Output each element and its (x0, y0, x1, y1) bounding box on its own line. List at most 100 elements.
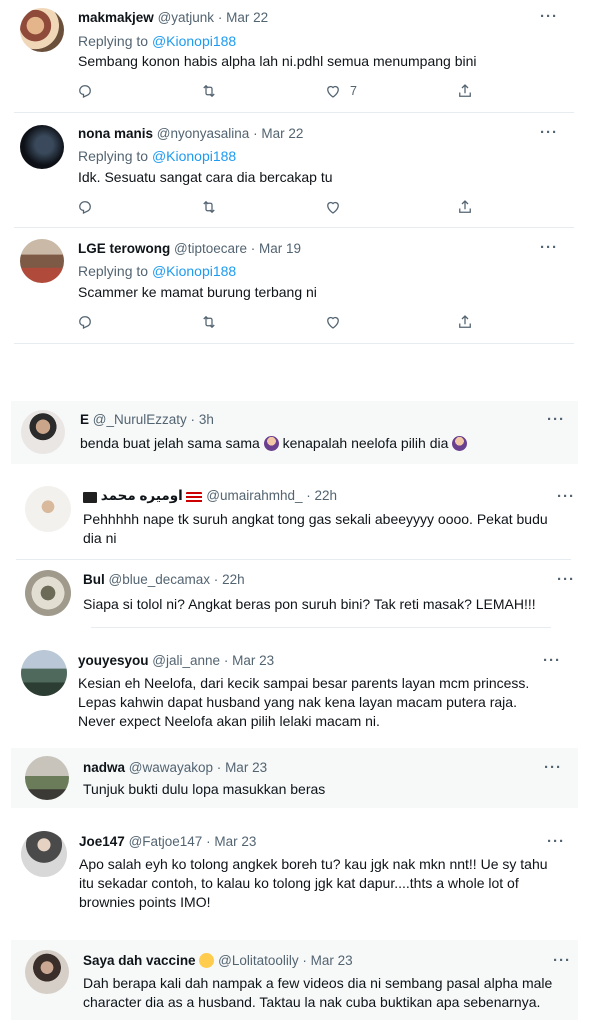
reply-1[interactable]: E @_NurulEzzaty · 3h ··· benda buat jela… (11, 401, 578, 464)
action-bar: 7 (76, 82, 496, 102)
more-options-icon[interactable]: ··· (547, 833, 565, 850)
avatar[interactable] (20, 125, 64, 169)
display-name[interactable]: LGE terowong (78, 241, 170, 256)
tweet-header: E @_NurulEzzaty · 3h (80, 412, 214, 427)
timestamp[interactable]: Mar 22 (226, 10, 268, 25)
more-options-icon[interactable]: ··· (544, 759, 562, 776)
display-name[interactable]: nadwa (83, 760, 125, 775)
timestamp[interactable]: Mar 23 (311, 953, 353, 968)
avatar[interactable] (20, 8, 64, 52)
more-options-icon[interactable]: ··· (540, 8, 558, 25)
tweet-3[interactable]: LGE terowong @tiptoecare · Mar 19 ··· Re… (14, 228, 574, 344)
replying-label: Replying to (78, 148, 149, 164)
more-options-icon[interactable]: ··· (553, 952, 571, 969)
like-button[interactable] (324, 198, 342, 216)
timestamp[interactable]: 22h (315, 488, 338, 503)
replying-to: Replying to @Kionopi188 (78, 33, 236, 49)
reply-button[interactable] (76, 198, 94, 216)
tweet-2[interactable]: nona manis @nyonyasalina · Mar 22 ··· Re… (14, 113, 574, 228)
tweet-header: makmakjew @yatjunk · Mar 22 (78, 10, 269, 25)
tweet-1[interactable]: makmakjew @yatjunk · Mar 22 ··· Replying… (14, 0, 574, 113)
retweet-button[interactable] (200, 313, 218, 331)
tweet-header: nadwa @wawayakop · Mar 23 (83, 760, 268, 775)
display-name[interactable]: makmakjew (78, 10, 154, 25)
mention-link[interactable]: @Kionopi188 (152, 33, 236, 49)
mention-link[interactable]: @Kionopi188 (152, 148, 236, 164)
retweet-button[interactable] (200, 198, 218, 216)
display-name[interactable]: Bul (83, 572, 105, 587)
more-options-icon[interactable]: ··· (540, 239, 558, 256)
more-options-icon[interactable]: ··· (543, 652, 561, 669)
handle[interactable]: @blue_decamax (109, 572, 211, 587)
like-icon (327, 316, 339, 329)
timestamp[interactable]: Mar 23 (232, 653, 274, 668)
reply-button[interactable] (76, 82, 94, 100)
tweet-text: Scammer ke mamat burung terbang ni (78, 284, 317, 300)
avatar[interactable] (25, 756, 69, 800)
tweet-header: nona manis @nyonyasalina · Mar 22 (78, 126, 304, 141)
share-icon (459, 84, 471, 97)
handle[interactable]: @nyonyasalina (157, 126, 250, 141)
handle[interactable]: @wawayakop (129, 760, 213, 775)
avatar[interactable] (25, 570, 71, 616)
share-button[interactable] (456, 313, 474, 331)
more-options-icon[interactable]: ··· (557, 571, 575, 588)
like-icon (327, 201, 339, 214)
emoji-icon (263, 436, 279, 451)
handle[interactable]: @tiptoecare (174, 241, 247, 256)
tweet-text: Sembang konon habis alpha lah ni.pdhl se… (78, 53, 477, 69)
grinning-face-emoji-icon (199, 953, 215, 968)
timestamp[interactable]: 22h (222, 572, 245, 587)
display-name[interactable]: Saya dah vaccine (83, 953, 196, 968)
like-button[interactable] (324, 313, 342, 331)
share-button[interactable] (456, 198, 474, 216)
reply-button[interactable] (76, 313, 94, 331)
handle[interactable]: @_NurulEzzaty (93, 412, 187, 427)
replying-label: Replying to (78, 33, 149, 49)
handle[interactable]: @yatjunk (158, 10, 214, 25)
handle[interactable]: @Fatjoe147 (129, 834, 203, 849)
reply-3[interactable]: Bul @blue_decamax · 22h ··· Siapa si tol… (11, 566, 578, 632)
avatar[interactable] (25, 486, 71, 532)
display-name[interactable]: nona manis (78, 126, 153, 141)
more-options-icon[interactable]: ··· (540, 124, 558, 141)
tweet-text: Apo salah eyh ko tolong angkek boreh tu?… (79, 856, 548, 910)
avatar[interactable] (21, 831, 67, 877)
handle[interactable]: @Lolitatoolily (218, 953, 299, 968)
reply-6[interactable]: Joe147 @Fatjoe147 · Mar 23 ··· Apo salah… (11, 823, 578, 920)
timestamp[interactable]: Mar 22 (261, 126, 303, 141)
retweet-icon (203, 84, 215, 98)
avatar[interactable] (21, 410, 65, 454)
like-button[interactable]: 7 (324, 82, 357, 100)
handle[interactable]: @umairahmhd_ (206, 488, 302, 503)
share-button[interactable] (456, 82, 474, 100)
avatar[interactable] (20, 239, 64, 283)
tweet-text: Kesian eh Neelofa, dari kecik sampai bes… (78, 675, 530, 729)
more-options-icon[interactable]: ··· (557, 488, 575, 505)
display-name[interactable]: E (80, 412, 89, 427)
avatar[interactable] (21, 650, 67, 696)
flag-icon (186, 492, 203, 503)
replying-to: Replying to @Kionopi188 (78, 263, 236, 279)
replying-to: Replying to @Kionopi188 (78, 148, 236, 164)
display-name[interactable]: اوميره محمد (101, 488, 183, 503)
tweet-header: Saya dah vaccine @Lolitatoolily · Mar 23 (83, 953, 353, 968)
reply-2[interactable]: اوميره محمد @umairahmhd_ · 22h ··· Pehhh… (11, 478, 578, 560)
more-options-icon[interactable]: ··· (547, 411, 565, 428)
action-bar (76, 198, 496, 218)
mention-link[interactable]: @Kionopi188 (152, 263, 236, 279)
avatar[interactable] (25, 950, 69, 994)
tweet-text-part: benda buat jelah sama sama (80, 435, 260, 451)
display-name[interactable]: youyesyou (78, 653, 149, 668)
retweet-button[interactable] (200, 82, 218, 100)
timestamp[interactable]: Mar 23 (225, 760, 267, 775)
reply-4[interactable]: youyesyou @jali_anne · Mar 23 ··· Kesian… (11, 642, 578, 739)
display-name[interactable]: Joe147 (79, 834, 125, 849)
reply-7[interactable]: Saya dah vaccine @Lolitatoolily · Mar 23… (11, 940, 578, 1020)
timestamp[interactable]: Mar 23 (214, 834, 256, 849)
timestamp[interactable]: 3h (199, 412, 214, 427)
timestamp[interactable]: Mar 19 (259, 241, 301, 256)
like-icon (327, 85, 339, 98)
reply-5[interactable]: nadwa @wawayakop · Mar 23 ··· Tunjuk buk… (11, 748, 578, 808)
handle[interactable]: @jali_anne (152, 653, 220, 668)
